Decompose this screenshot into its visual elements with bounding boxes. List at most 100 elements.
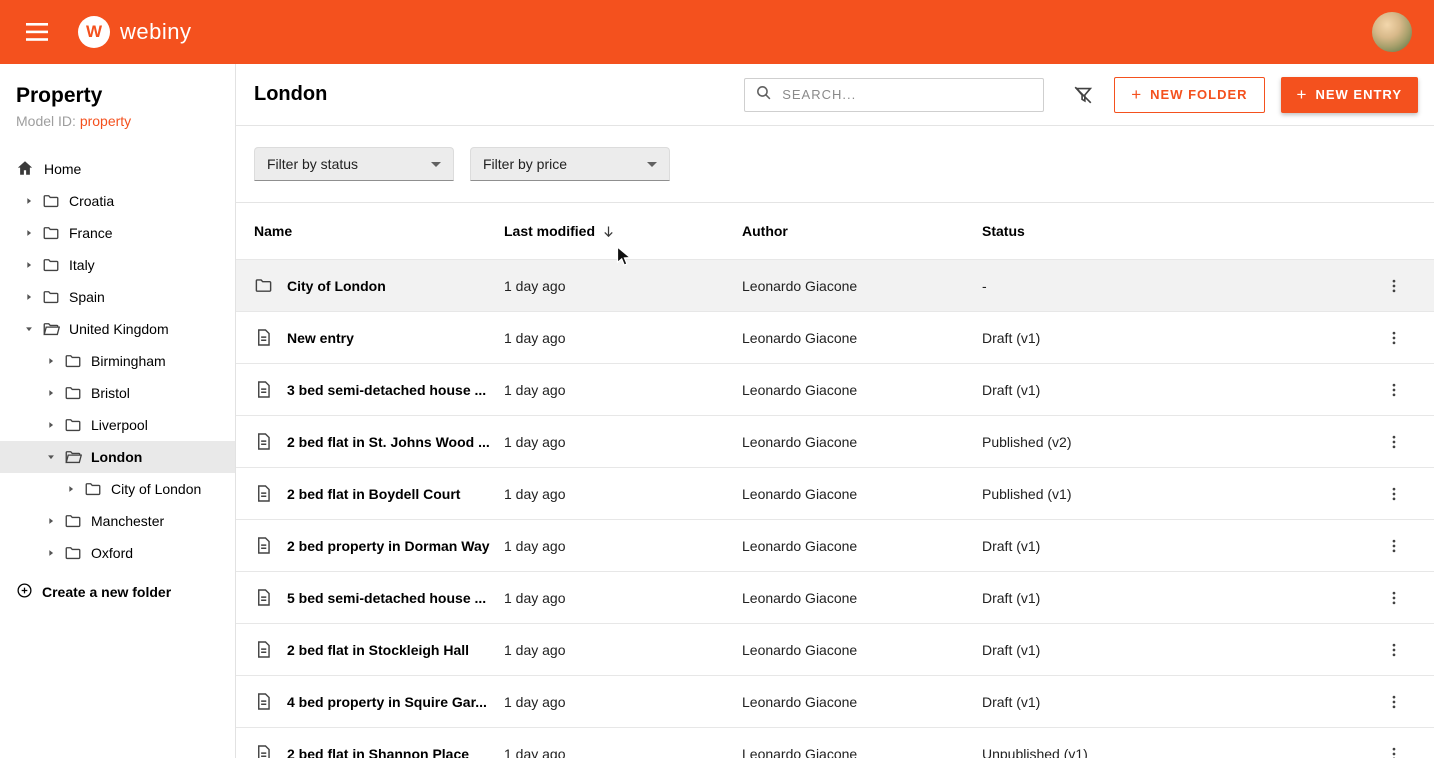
table-row[interactable]: City of London 1 day ago Leonardo Giacon…: [236, 259, 1434, 311]
tree-item[interactable]: Italy: [0, 249, 235, 281]
model-title: Property: [16, 84, 219, 108]
caret-icon[interactable]: [20, 320, 38, 338]
caret-icon[interactable]: [20, 192, 38, 210]
row-status: Draft (v1): [982, 330, 1370, 346]
caret-icon[interactable]: [62, 480, 80, 498]
tree-item-label: Croatia: [69, 193, 114, 209]
table-row[interactable]: 2 bed flat in Boydell Court 1 day ago Le…: [236, 467, 1434, 519]
row-name: 2 bed flat in Stockleigh Hall: [287, 642, 469, 658]
row-author: Leonardo Giacone: [742, 486, 982, 502]
row-menu-button[interactable]: [1379, 531, 1409, 561]
row-menu-button[interactable]: [1379, 323, 1409, 353]
tree-item[interactable]: France: [0, 217, 235, 249]
row-menu-button[interactable]: [1379, 635, 1409, 665]
caret-icon[interactable]: [20, 256, 38, 274]
row-status: Draft (v1): [982, 642, 1370, 658]
row-modified: 1 day ago: [504, 486, 742, 502]
tree-item[interactable]: Oxford: [0, 537, 235, 569]
table-row[interactable]: New entry 1 day ago Leonardo Giacone Dra…: [236, 311, 1434, 363]
tree-item[interactable]: City of London: [0, 473, 235, 505]
tree-item-label: Manchester: [91, 513, 164, 529]
caret-icon[interactable]: [42, 544, 60, 562]
caret-icon[interactable]: [42, 352, 60, 370]
home-icon: [16, 159, 34, 180]
tree-item[interactable]: Bristol: [0, 377, 235, 409]
row-name: 2 bed property in Dorman Way: [287, 538, 490, 554]
search-box: [744, 78, 1044, 112]
filters-bar: Filter by status Filter by price: [236, 126, 1434, 203]
document-icon: [254, 744, 273, 758]
table-row[interactable]: 2 bed flat in Stockleigh Hall 1 day ago …: [236, 623, 1434, 675]
tree-item[interactable]: Croatia: [0, 185, 235, 217]
row-modified: 1 day ago: [504, 590, 742, 606]
folder-tree: Croatia France Italy Spain: [0, 185, 235, 569]
row-menu-button[interactable]: [1379, 427, 1409, 457]
row-name: 2 bed flat in Boydell Court: [287, 486, 460, 502]
column-header-author: Author: [742, 223, 982, 239]
model-id: Model ID: property: [16, 113, 219, 129]
caret-icon[interactable]: [20, 224, 38, 242]
entries-table-body: City of London 1 day ago Leonardo Giacon…: [236, 259, 1434, 758]
filter-by-price-select[interactable]: Filter by price: [470, 147, 670, 181]
table-row[interactable]: 3 bed semi-detached house ... 1 day ago …: [236, 363, 1434, 415]
new-folder-button[interactable]: + NEW FOLDER: [1114, 77, 1264, 113]
row-name: 4 bed property in Squire Gar...: [287, 694, 487, 710]
folder-icon: [60, 512, 82, 530]
filter-off-icon[interactable]: [1068, 80, 1098, 110]
column-header-status: Status: [982, 223, 1370, 239]
row-menu-button[interactable]: [1379, 271, 1409, 301]
row-status: Published (v2): [982, 434, 1370, 450]
model-id-value: property: [80, 113, 131, 129]
search-input[interactable]: [780, 86, 1033, 103]
table-row[interactable]: 2 bed flat in St. Johns Wood ... 1 day a…: [236, 415, 1434, 467]
tree-item[interactable]: Spain: [0, 281, 235, 313]
topbar: W webiny: [0, 0, 1434, 64]
row-menu-button[interactable]: [1379, 583, 1409, 613]
tree-item[interactable]: United Kingdom: [0, 313, 235, 345]
caret-icon[interactable]: [42, 512, 60, 530]
sidebar-item-home[interactable]: Home: [0, 153, 235, 185]
tree-item-label: Italy: [69, 257, 95, 273]
tree-item[interactable]: Birmingham: [0, 345, 235, 377]
caret-icon[interactable]: [20, 288, 38, 306]
folder-icon: [254, 276, 273, 295]
folder-open-icon: [60, 448, 82, 466]
row-status: Unpublished (v1): [982, 746, 1370, 758]
new-entry-label: NEW ENTRY: [1315, 87, 1402, 102]
row-name: 5 bed semi-detached house ...: [287, 590, 486, 606]
home-label: Home: [44, 161, 81, 177]
caret-icon[interactable]: [42, 416, 60, 434]
plus-icon: +: [1131, 86, 1142, 103]
document-icon: [254, 588, 273, 607]
table-row[interactable]: 5 bed semi-detached house ... 1 day ago …: [236, 571, 1434, 623]
table-row[interactable]: 2 bed flat in Shannon Place 1 day ago Le…: [236, 727, 1434, 758]
row-menu-button[interactable]: [1379, 687, 1409, 717]
hamburger-menu-icon[interactable]: [22, 19, 52, 45]
row-menu-button[interactable]: [1379, 479, 1409, 509]
table-row[interactable]: 2 bed property in Dorman Way 1 day ago L…: [236, 519, 1434, 571]
folder-icon: [60, 544, 82, 562]
row-name: New entry: [287, 330, 354, 346]
create-new-folder-button[interactable]: Create a new folder: [0, 575, 235, 609]
user-avatar[interactable]: [1372, 12, 1412, 52]
caret-icon[interactable]: [42, 384, 60, 402]
table-row[interactable]: 4 bed property in Squire Gar... 1 day ag…: [236, 675, 1434, 727]
column-header-last-modified[interactable]: Last modified: [504, 223, 742, 239]
tree-item-label: France: [69, 225, 113, 241]
row-menu-button[interactable]: [1379, 375, 1409, 405]
new-entry-button[interactable]: + NEW ENTRY: [1281, 77, 1418, 113]
row-modified: 1 day ago: [504, 434, 742, 450]
tree-item[interactable]: Liverpool: [0, 409, 235, 441]
tree-item[interactable]: London: [0, 441, 235, 473]
caret-icon[interactable]: [42, 448, 60, 466]
filter-by-status-select[interactable]: Filter by status: [254, 147, 454, 181]
row-status: -: [982, 278, 1370, 294]
document-icon: [254, 536, 273, 555]
row-status: Draft (v1): [982, 382, 1370, 398]
row-modified: 1 day ago: [504, 330, 742, 346]
webiny-logo[interactable]: W webiny: [78, 16, 191, 48]
row-status: Draft (v1): [982, 694, 1370, 710]
filter-status-label: Filter by status: [267, 156, 358, 172]
tree-item[interactable]: Manchester: [0, 505, 235, 537]
row-menu-button[interactable]: [1379, 739, 1409, 758]
